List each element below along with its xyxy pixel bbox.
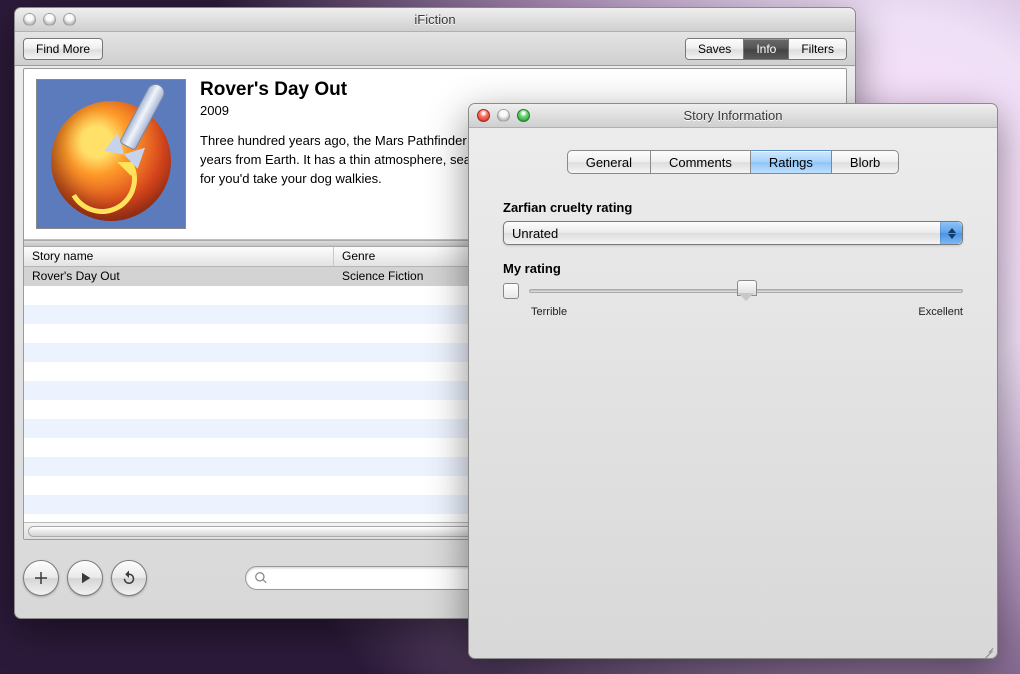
resize-grip[interactable]: [981, 642, 995, 656]
chevron-updown-icon: [940, 222, 962, 244]
col-story-name[interactable]: Story name: [24, 247, 334, 266]
rating-enable-checkbox[interactable]: [503, 283, 519, 299]
modal-tabbar: General Comments Ratings Blorb: [483, 150, 983, 174]
traffic-lights: [477, 109, 530, 122]
tab-saves[interactable]: Saves: [686, 39, 743, 59]
tab-filters[interactable]: Filters: [788, 39, 846, 59]
window-title: iFiction: [15, 12, 855, 27]
minimize-icon[interactable]: [497, 109, 510, 122]
tab-general[interactable]: General: [567, 150, 651, 174]
toolbar: Find More Saves Info Filters: [15, 32, 855, 66]
reload-button[interactable]: [111, 560, 147, 596]
slider-max: Excellent: [918, 306, 963, 318]
find-more-button[interactable]: Find More: [23, 38, 103, 60]
tab-blorb[interactable]: Blorb: [832, 150, 899, 174]
modal-titlebar[interactable]: Story Information: [469, 104, 997, 128]
tabbar-wrap: General Comments Ratings Blorb: [469, 128, 997, 186]
story-title: Rover's Day Out: [200, 79, 834, 101]
play-icon: [76, 569, 94, 587]
window-title: Story Information: [469, 108, 997, 123]
tab-ratings[interactable]: Ratings: [751, 150, 832, 174]
slider-labels: Terrible Excellent: [531, 306, 963, 318]
plus-icon: [32, 569, 50, 587]
rating-slider[interactable]: [529, 282, 963, 300]
cover-art: [36, 79, 186, 229]
main-titlebar[interactable]: iFiction: [15, 8, 855, 32]
slider-min: Terrible: [531, 306, 567, 318]
search-icon: [254, 571, 268, 585]
traffic-lights: [23, 13, 76, 26]
minimize-icon[interactable]: [43, 13, 56, 26]
zoom-icon[interactable]: [517, 109, 530, 122]
slider-thumb[interactable]: [737, 280, 755, 302]
cell-name: Rover's Day Out: [24, 267, 334, 286]
reload-icon: [120, 569, 138, 587]
story-info-window: Story Information General Comments Ratin…: [468, 103, 998, 659]
ratings-panel: Zarfian cruelty rating Unrated My rating…: [469, 186, 997, 332]
close-icon[interactable]: [477, 109, 490, 122]
tab-info[interactable]: Info: [743, 39, 788, 59]
add-button[interactable]: [23, 560, 59, 596]
zoom-icon[interactable]: [63, 13, 76, 26]
cruelty-popup[interactable]: Unrated: [503, 221, 963, 245]
view-segment: Saves Info Filters: [685, 38, 847, 60]
play-button[interactable]: [67, 560, 103, 596]
tab-comments[interactable]: Comments: [651, 150, 751, 174]
cruelty-value: Unrated: [512, 226, 558, 241]
close-icon[interactable]: [23, 13, 36, 26]
cruelty-label: Zarfian cruelty rating: [503, 200, 963, 215]
my-rating-label: My rating: [503, 261, 963, 276]
my-rating-row: [503, 282, 963, 300]
